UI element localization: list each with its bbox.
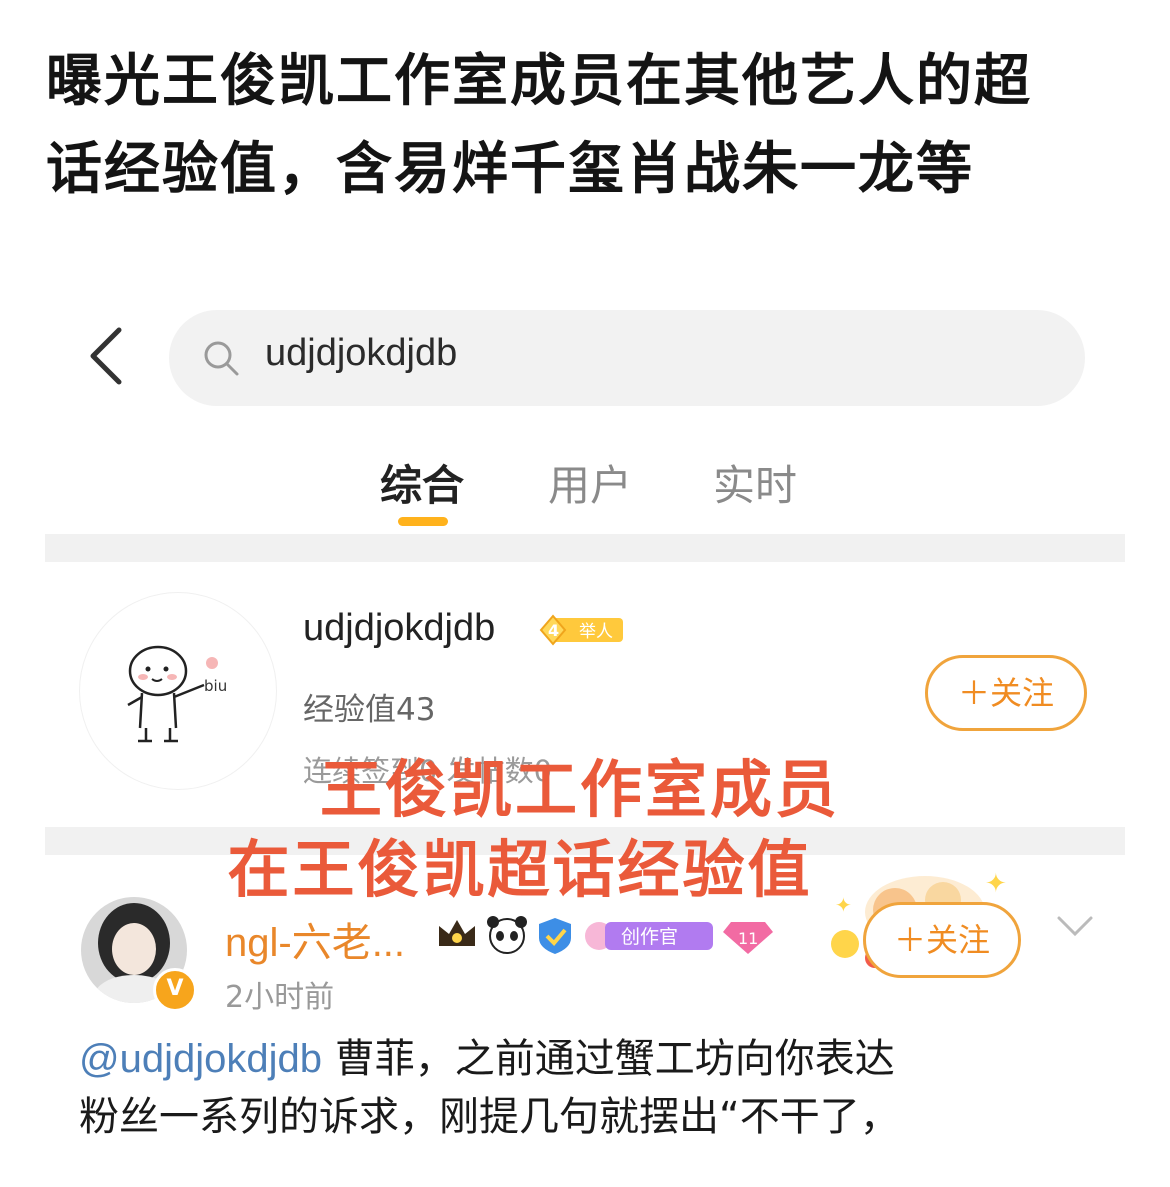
post-text: @udjdjokdjdb 曹菲，之前通过蟹工坊向你表达 粉丝一系列的诉求，刚提几… bbox=[79, 1030, 1089, 1146]
headline-line-2: 话经验值，含易烊千玺肖战朱一龙等 bbox=[46, 137, 974, 202]
panda-badge-icon bbox=[487, 916, 527, 954]
tab-users[interactable]: 用户 bbox=[548, 452, 632, 513]
user-avatar[interactable]: biu bbox=[79, 592, 277, 790]
tab-general[interactable]: 综合 bbox=[380, 452, 464, 513]
svg-text:创作官: 创作官 bbox=[621, 926, 678, 948]
svg-text:举人: 举人 bbox=[579, 622, 613, 642]
svg-text:✦: ✦ bbox=[835, 893, 852, 917]
user-name[interactable]: udjdjokdjdb bbox=[303, 607, 495, 650]
tab-realtime[interactable]: 实时 bbox=[713, 452, 797, 513]
creator-badge-icon: 创作官 bbox=[585, 922, 713, 950]
screenshot-card: udjdjokdjdb 综合 用户 实时 biu udjdjokdjdb 4 举… bbox=[45, 262, 1125, 1162]
follow-author-button[interactable]: ＋关注 bbox=[863, 902, 1021, 978]
svg-text:4: 4 bbox=[548, 621, 559, 640]
diamond-badge-icon: 11 bbox=[723, 922, 773, 954]
verified-badge-icon: V bbox=[153, 968, 197, 1012]
crown-badge-icon bbox=[439, 920, 475, 946]
mention-link[interactable]: @udjdjokdjdb bbox=[79, 1037, 322, 1081]
headline: 曝光王俊凯工作室成员在其他艺人的超 话经验值，含易烊千玺肖战朱一龙等 bbox=[46, 38, 1126, 214]
user-stats: 连续签到0 发帖数0 bbox=[303, 754, 553, 788]
experience-value: 经验值43 bbox=[303, 692, 436, 728]
tab-bar: 综合 用户 实时 bbox=[45, 442, 1125, 532]
level-badge-icon: 4 举人 bbox=[539, 614, 623, 646]
svg-text:11: 11 bbox=[738, 929, 758, 948]
search-icon bbox=[204, 341, 239, 376]
chevron-down-icon[interactable] bbox=[1055, 912, 1095, 942]
search-bar[interactable]: udjdjokdjdb bbox=[169, 310, 1085, 406]
follow-button[interactable]: ＋关注 bbox=[925, 655, 1087, 731]
svg-text:✦: ✦ bbox=[985, 869, 1007, 899]
search-query[interactable]: udjdjokdjdb bbox=[265, 332, 457, 375]
post-text-line-1: 曹菲，之前通过蟹工坊向你表达 bbox=[322, 1036, 895, 1082]
post-text-line-2: 粉丝一系列的诉求，刚提几句就摆出“不干了， bbox=[79, 1094, 900, 1140]
section-divider bbox=[45, 534, 1125, 562]
headline-line-1: 曝光王俊凯工作室成员在其他艺人的超 bbox=[46, 49, 1032, 114]
back-arrow-icon[interactable] bbox=[85, 324, 129, 388]
active-tab-indicator bbox=[398, 517, 448, 526]
section-divider-2 bbox=[45, 827, 1125, 855]
svg-text:biu: biu bbox=[204, 677, 227, 695]
post-time: 2小时前 bbox=[225, 980, 335, 1015]
post-author-name[interactable]: ngl-六老... bbox=[225, 910, 405, 968]
user-badges: 创作官 11 bbox=[439, 916, 773, 954]
cartoon-avatar-icon: biu bbox=[127, 645, 227, 743]
shield-badge-icon bbox=[539, 918, 571, 954]
